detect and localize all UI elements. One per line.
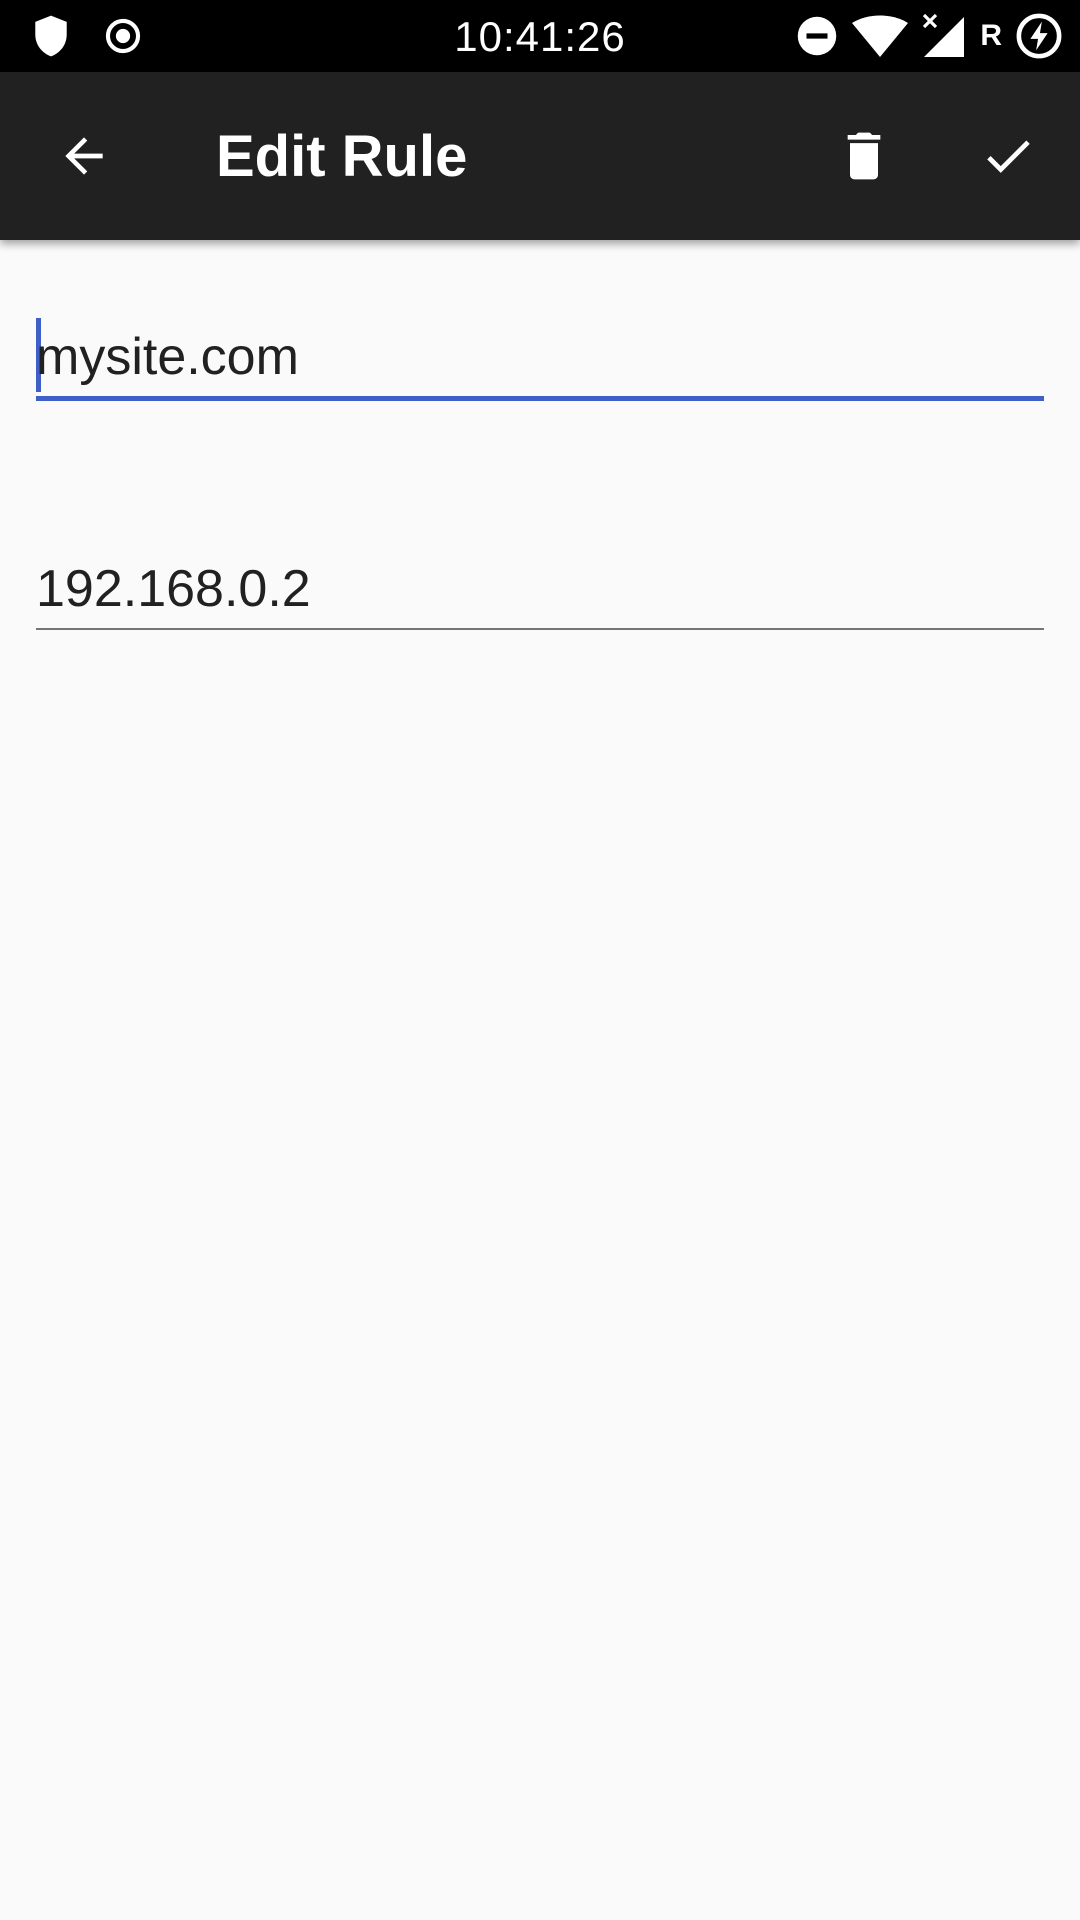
save-button[interactable] xyxy=(964,112,1052,200)
do-not-disturb-icon xyxy=(796,15,838,57)
roaming-icon: R xyxy=(980,21,1002,51)
ip-field-underline xyxy=(36,628,1044,630)
ip-field[interactable]: 192.168.0.2 xyxy=(36,552,1044,632)
delete-button[interactable] xyxy=(820,112,908,200)
app-bar: Edit Rule xyxy=(0,72,1080,240)
roaming-letter: R xyxy=(980,19,1002,52)
status-bar-right: R xyxy=(782,0,1062,72)
page-title: Edit Rule xyxy=(216,124,468,189)
arrow-back-icon xyxy=(65,137,103,175)
wifi-icon xyxy=(852,15,909,57)
check-icon xyxy=(987,140,1030,173)
domain-field[interactable]: mysite.com xyxy=(36,318,1044,402)
battery-charging-icon xyxy=(1016,13,1062,59)
back-button[interactable] xyxy=(40,112,128,200)
status-bar: 10:41:26 R xyxy=(0,0,1080,72)
domain-input[interactable]: mysite.com xyxy=(36,318,1044,396)
ip-input[interactable]: 192.168.0.2 xyxy=(36,552,1044,626)
delete-icon xyxy=(847,132,881,180)
signal-no-service-icon xyxy=(922,13,966,59)
domain-field-underline xyxy=(36,396,1044,401)
